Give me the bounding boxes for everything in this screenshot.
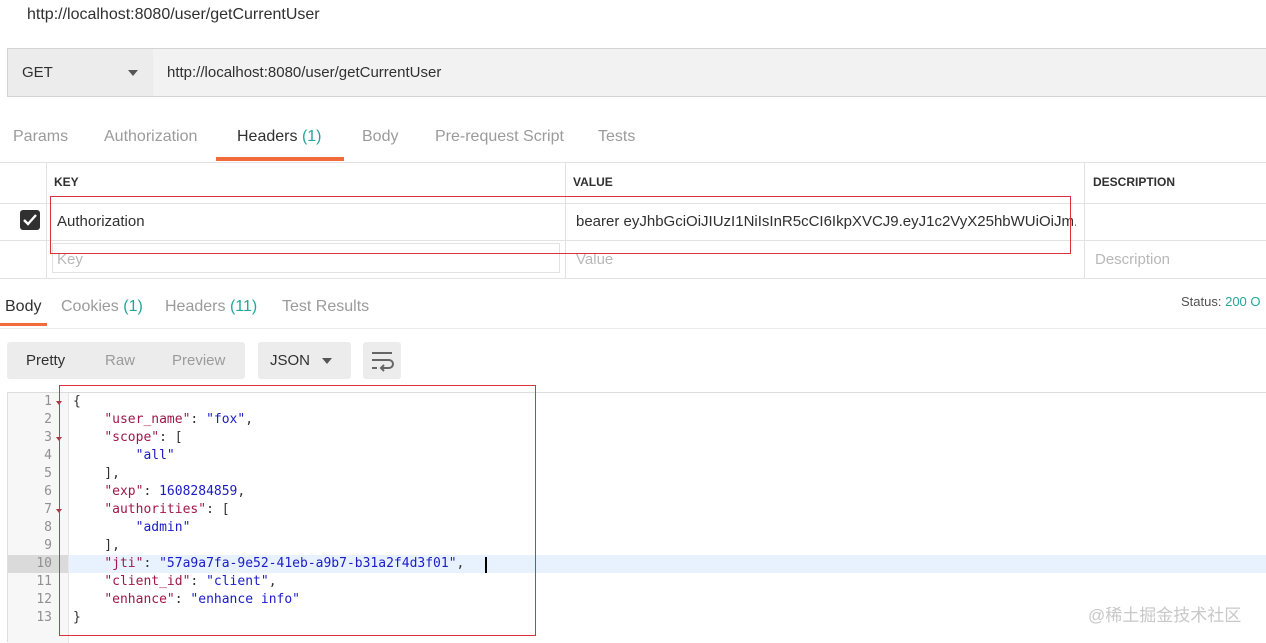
line-number: 9 (44, 538, 52, 553)
wrap-lines-button[interactable] (363, 342, 401, 379)
tab-authorization[interactable]: Authorization (104, 128, 197, 158)
line-number: 11 (36, 574, 52, 589)
column-key: KEY (54, 175, 79, 189)
chevron-down-icon (322, 358, 332, 364)
url-text: http://localhost:8080/user/getCurrentUse… (167, 64, 442, 81)
raw-button[interactable]: Raw (105, 352, 135, 369)
status-code: 200 O (1225, 294, 1261, 309)
view-mode-group: Pretty Raw Preview (7, 342, 245, 379)
request-tabs: Params Authorization Headers (1) Body Pr… (0, 128, 700, 162)
method-select[interactable]: GET (8, 49, 154, 96)
chevron-down-icon (128, 70, 138, 76)
tab-params[interactable]: Params (13, 128, 68, 158)
response-tab-indicator (0, 323, 47, 326)
line-number: 5 (44, 466, 52, 481)
wrap-lines-icon (372, 352, 394, 372)
highlight-box-header (50, 196, 1071, 254)
status-readout: Status: 200 O (1181, 294, 1261, 309)
response-tab-headers[interactable]: Headers (11) (165, 298, 257, 316)
window-title: http://localhost:8080/user/getCurrentUse… (27, 6, 320, 23)
description-placeholder[interactable]: Description (1095, 251, 1170, 268)
request-bar: GET http://localhost:8080/user/getCurren… (7, 48, 1266, 97)
column-description: DESCRIPTION (1093, 175, 1176, 189)
tab-pre-request-script[interactable]: Pre-request Script (435, 128, 564, 158)
line-number: 6 (44, 484, 52, 499)
tab-body[interactable]: Body (362, 128, 398, 158)
line-number: 8 (44, 520, 52, 535)
line-number: 13 (36, 610, 52, 625)
line-number: 1 (44, 394, 52, 409)
preview-button[interactable]: Preview (172, 352, 225, 369)
response-tab-test-results[interactable]: Test Results (282, 298, 369, 316)
watermark: @稀土掘金技术社区 (1088, 606, 1242, 625)
highlight-box-body (59, 385, 536, 636)
active-tab-indicator (216, 157, 344, 161)
line-number: 3 (44, 430, 52, 445)
row-enabled-checkbox[interactable] (20, 210, 40, 230)
response-tab-body[interactable]: Body (5, 298, 41, 316)
pretty-button[interactable]: Pretty (26, 352, 65, 369)
tab-tests[interactable]: Tests (598, 128, 635, 158)
column-value: VALUE (573, 175, 613, 189)
check-icon (23, 214, 37, 226)
line-number: 12 (36, 592, 52, 607)
line-number: 4 (44, 448, 52, 463)
format-label: JSON (270, 352, 311, 369)
url-input[interactable]: http://localhost:8080/user/getCurrentUse… (153, 49, 1266, 96)
line-number: 2 (44, 412, 52, 427)
tab-headers[interactable]: Headers (1) (237, 128, 322, 158)
line-number: 10 (36, 556, 52, 571)
divider (0, 328, 1266, 329)
method-label: GET (22, 64, 53, 81)
format-select[interactable]: JSON (258, 342, 351, 379)
line-number: 7 (44, 502, 52, 517)
response-tab-cookies[interactable]: Cookies (1) (61, 298, 143, 316)
